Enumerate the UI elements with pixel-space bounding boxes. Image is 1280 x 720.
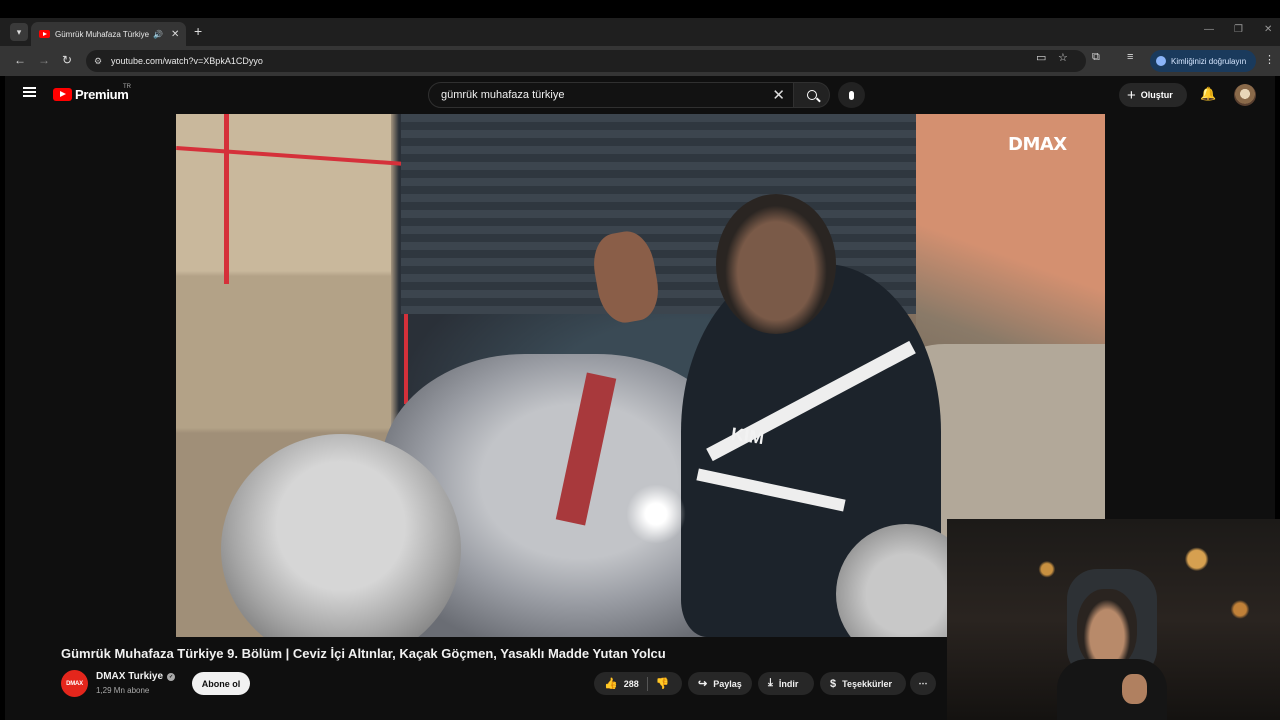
top-strip — [0, 0, 1280, 18]
subscribe-button[interactable]: Abone ol — [192, 672, 250, 695]
like-dislike-group: 👍 288 👎 — [594, 672, 682, 695]
share-label: Paylaş — [713, 678, 742, 689]
video-frame-officer-head — [716, 194, 836, 334]
bookmark-star-icon[interactable]: ☆ — [1058, 51, 1068, 64]
like-count[interactable]: 288 — [624, 679, 639, 689]
verify-identity-label: Kimliğinizi doğrulayın — [1171, 56, 1247, 66]
channel-name[interactable]: DMAX Turkiye ✓ — [96, 671, 176, 682]
logo-country: TR — [123, 84, 131, 90]
channel-avatar-text: DMAX — [66, 680, 83, 687]
menu-icon[interactable] — [23, 87, 36, 97]
thanks-label: Teşekkürler — [842, 678, 892, 689]
more-actions-button[interactable]: ⋯ — [910, 672, 936, 695]
extensions-icon[interactable]: ⧉ — [1092, 51, 1100, 64]
profile-icon — [1156, 56, 1166, 66]
thanks-icon: $ — [830, 677, 837, 690]
download-label: İndir — [778, 678, 799, 689]
download-button[interactable]: ⤓ İndir — [758, 672, 814, 695]
back-icon[interactable]: ← — [14, 53, 26, 67]
thumbs-up-icon[interactable]: 👍 — [604, 677, 618, 690]
tab-search-button[interactable]: ▾ — [10, 23, 28, 41]
dmax-watermark: DMAX — [1008, 134, 1067, 155]
search-value: gümrük muhafaza türkiye — [441, 89, 565, 101]
restore-icon[interactable]: ❐ — [1234, 24, 1243, 35]
subscriber-count: 1,29 Mn abone — [96, 686, 150, 695]
video-frame-tape — [224, 114, 229, 284]
search-input[interactable]: gümrük muhafaza türkiye ✕ — [428, 82, 794, 108]
site-info-icon[interactable]: ⚙ — [94, 56, 108, 67]
webcam-person-head — [1077, 589, 1137, 669]
verify-identity-button[interactable]: Kimliğinizi doğrulayın — [1150, 50, 1256, 72]
share-button[interactable]: ↪ Paylaş — [688, 672, 752, 695]
browser-tab[interactable]: Gümrük Muhafaza Türkiye 9. Bölüm 🔊 ✕ — [31, 22, 186, 46]
vest-text: KIM — [729, 423, 766, 449]
youtube-favicon-icon — [39, 30, 50, 38]
close-icon[interactable]: ✕ — [171, 29, 179, 40]
close-window-icon[interactable]: ✕ — [1264, 24, 1272, 35]
webcam-person-hand — [1122, 674, 1147, 704]
microphone-icon — [849, 90, 854, 100]
address-bar: ← → ↻ ⚙ youtube.com/watch?v=XBpkA1CDyyo … — [0, 46, 1280, 76]
thanks-button[interactable]: $ Teşekkürler — [820, 672, 906, 695]
search-button[interactable] — [794, 82, 830, 108]
chevron-down-icon: ▾ — [16, 26, 22, 37]
more-icon: ⋯ — [918, 678, 928, 688]
minimize-icon[interactable]: — — [1204, 24, 1214, 35]
account-avatar[interactable] — [1234, 84, 1256, 106]
tab-bar: ▾ Gümrük Muhafaza Türkiye 9. Bölüm 🔊 ✕ +… — [0, 18, 1280, 46]
clear-search-icon[interactable]: ✕ — [772, 86, 785, 104]
youtube-play-icon — [53, 88, 72, 101]
url-text: youtube.com/watch?v=XBpkA1CDyyo — [111, 56, 263, 66]
share-icon: ↪ — [698, 678, 708, 690]
video-title: Gümrük Muhafaza Türkiye 9. Bölüm | Ceviz… — [61, 646, 666, 661]
browser-menu-icon[interactable]: ⋮ — [1264, 53, 1275, 66]
channel-name-text: DMAX Turkiye — [96, 671, 164, 682]
search-icon — [806, 90, 817, 100]
webcam-person-body — [1057, 659, 1167, 720]
plus-icon: + — [1127, 86, 1136, 104]
new-tab-button[interactable]: + — [194, 23, 202, 39]
voice-search-button[interactable] — [838, 82, 865, 108]
cast-icon[interactable]: ▭ — [1036, 51, 1046, 64]
channel-avatar[interactable]: DMAX — [61, 670, 88, 697]
reading-list-icon[interactable]: ≡ — [1127, 51, 1133, 63]
create-button[interactable]: + Oluştur — [1119, 83, 1187, 107]
notifications-bell-icon[interactable]: 🔔 — [1200, 86, 1216, 102]
download-icon: ⤓ — [768, 677, 773, 689]
tab-title: Gümrük Muhafaza Türkiye 9. Bölüm — [55, 29, 151, 39]
create-label: Oluştur — [1140, 90, 1173, 100]
verified-check-icon: ✓ — [167, 672, 176, 681]
speaker-icon[interactable]: 🔊 — [153, 30, 163, 39]
forward-icon[interactable]: → — [38, 53, 50, 67]
webcam-overlay — [947, 519, 1280, 720]
thumbs-down-icon[interactable]: 👎 — [656, 677, 670, 690]
url-input[interactable]: ⚙ youtube.com/watch?v=XBpkA1CDyyo — [86, 50, 1086, 72]
video-frame-flashlight — [626, 484, 686, 544]
reload-icon[interactable]: ↻ — [62, 53, 72, 67]
youtube-logo[interactable]: Premium TR — [53, 84, 131, 102]
divider — [646, 676, 648, 691]
logo-text: Premium — [75, 87, 129, 102]
